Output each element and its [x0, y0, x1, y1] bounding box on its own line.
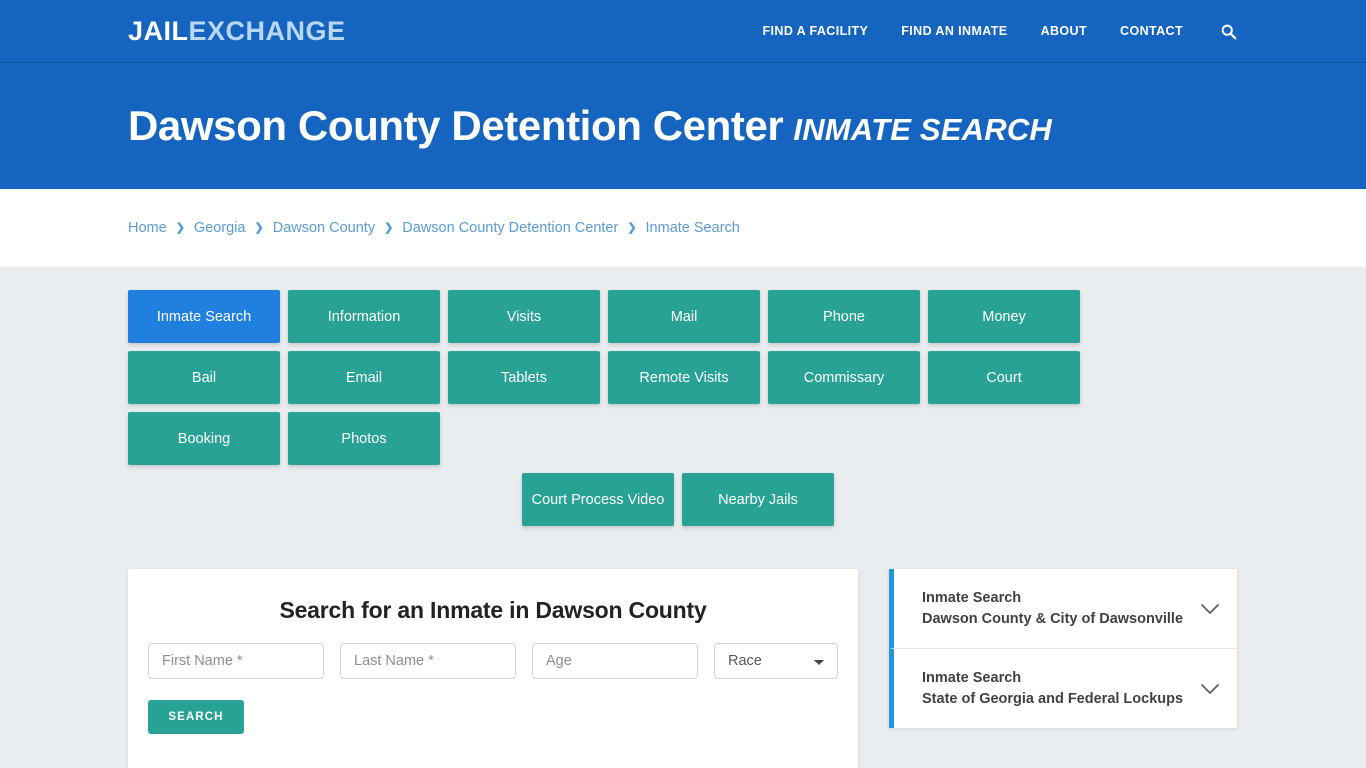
nav-item-about[interactable]: ABOUT [1041, 24, 1087, 38]
breadcrumb: Home ❯ Georgia ❯ Dawson County ❯ Dawson … [128, 220, 740, 236]
nav-item-find-an-inmate[interactable]: FIND AN INMATE [901, 24, 1007, 38]
logo-text-primary: JAIL [128, 15, 189, 46]
inmate-search-accordion: Inmate Search Dawson County & City of Da… [889, 569, 1237, 729]
breadcrumb-item-inmate-search[interactable]: Inmate Search [646, 220, 740, 236]
breadcrumb-separator: ❯ [384, 221, 394, 234]
page-title-sub: INMATE SEARCH [793, 111, 1053, 147]
inmate-search-card: Search for an Inmate in Dawson County Ra… [128, 569, 858, 768]
logo-text-secondary: EXCHANGE [188, 15, 346, 46]
tab-booking[interactable]: Booking [128, 412, 280, 465]
tab-tablets[interactable]: Tablets [448, 351, 600, 404]
breadcrumb-bar: Home ❯ Georgia ❯ Dawson County ❯ Dawson … [0, 189, 1366, 267]
site-header: JAILEXCHANGE FIND A FACILITY FIND AN INM… [0, 0, 1366, 63]
tab-inmate-search[interactable]: Inmate Search [128, 290, 280, 343]
accordion-item-text: Inmate Search State of Georgia and Feder… [922, 668, 1191, 709]
tab-money[interactable]: Money [928, 290, 1080, 343]
tab-commissary[interactable]: Commissary [768, 351, 920, 404]
race-select[interactable]: Race [714, 643, 838, 679]
breadcrumb-item-dawson-county[interactable]: Dawson County [273, 220, 375, 236]
tab-mail[interactable]: Mail [608, 290, 760, 343]
search-button[interactable]: SEARCH [148, 700, 244, 734]
page-title-main: Dawson County Detention Center [128, 101, 784, 149]
breadcrumb-separator: ❯ [254, 221, 264, 234]
accordion-item-text: Inmate Search Dawson County & City of Da… [922, 588, 1191, 629]
first-name-input[interactable] [148, 643, 324, 679]
accordion-item-subtitle: Dawson County & City of Dawsonville [922, 610, 1184, 627]
right-column: Inmate Search Dawson County & City of Da… [889, 569, 1237, 729]
tab-information[interactable]: Information [288, 290, 440, 343]
tab-visits[interactable]: Visits [448, 290, 600, 343]
tab-nearby-jails[interactable]: Nearby Jails [682, 473, 834, 526]
accordion-item-title: Inmate Search [922, 590, 1022, 606]
accordion-item-state[interactable]: Inmate Search State of Georgia and Feder… [889, 649, 1237, 729]
facility-tab-grid: Inmate Search Information Visits Mail Ph… [128, 267, 1228, 465]
content-columns: Search for an Inmate in Dawson County Ra… [128, 569, 1238, 768]
chevron-down-icon[interactable] [1199, 598, 1221, 620]
tab-court-process-video[interactable]: Court Process Video [522, 473, 674, 526]
breadcrumb-item-detention-center[interactable]: Dawson County Detention Center [402, 220, 618, 236]
tab-email[interactable]: Email [288, 351, 440, 404]
age-input[interactable] [532, 643, 698, 679]
breadcrumb-item-home[interactable]: Home [128, 220, 167, 236]
main-content: Inmate Search Information Visits Mail Ph… [0, 267, 1366, 768]
tab-phone[interactable]: Phone [768, 290, 920, 343]
search-form-heading: Search for an Inmate in Dawson County [279, 597, 707, 623]
tab-court[interactable]: Court [928, 351, 1080, 404]
accordion-item-subtitle: State of Georgia and Federal Lockups [922, 690, 1184, 707]
nav-item-find-a-facility[interactable]: FIND A FACILITY [763, 24, 869, 38]
main-navigation: FIND A FACILITY FIND AN INMATE ABOUT CON… [763, 21, 1239, 41]
breadcrumb-separator: ❯ [627, 221, 637, 234]
chevron-down-icon[interactable] [1199, 678, 1221, 700]
last-name-input[interactable] [340, 643, 516, 679]
tab-photos[interactable]: Photos [288, 412, 440, 465]
breadcrumb-item-georgia[interactable]: Georgia [194, 220, 246, 236]
facility-tab-grid-row3: Court Process Video Nearby Jails [128, 473, 1228, 526]
left-column: Search for an Inmate in Dawson County Ra… [128, 569, 858, 768]
breadcrumb-separator: ❯ [175, 221, 185, 234]
tab-bail[interactable]: Bail [128, 351, 280, 404]
site-logo[interactable]: JAILEXCHANGE [128, 16, 346, 47]
search-icon[interactable] [1218, 21, 1238, 41]
accordion-item-county[interactable]: Inmate Search Dawson County & City of Da… [889, 569, 1237, 650]
nav-item-contact[interactable]: CONTACT [1120, 24, 1183, 38]
search-fields-row: Race [148, 643, 838, 679]
tab-remote-visits[interactable]: Remote Visits [608, 351, 760, 404]
accordion-item-title: Inmate Search [922, 670, 1022, 687]
page-title: Dawson County Detention Center INMATE SEA… [128, 101, 1053, 149]
page-hero: Dawson County Detention Center INMATE SEA… [0, 63, 1366, 189]
